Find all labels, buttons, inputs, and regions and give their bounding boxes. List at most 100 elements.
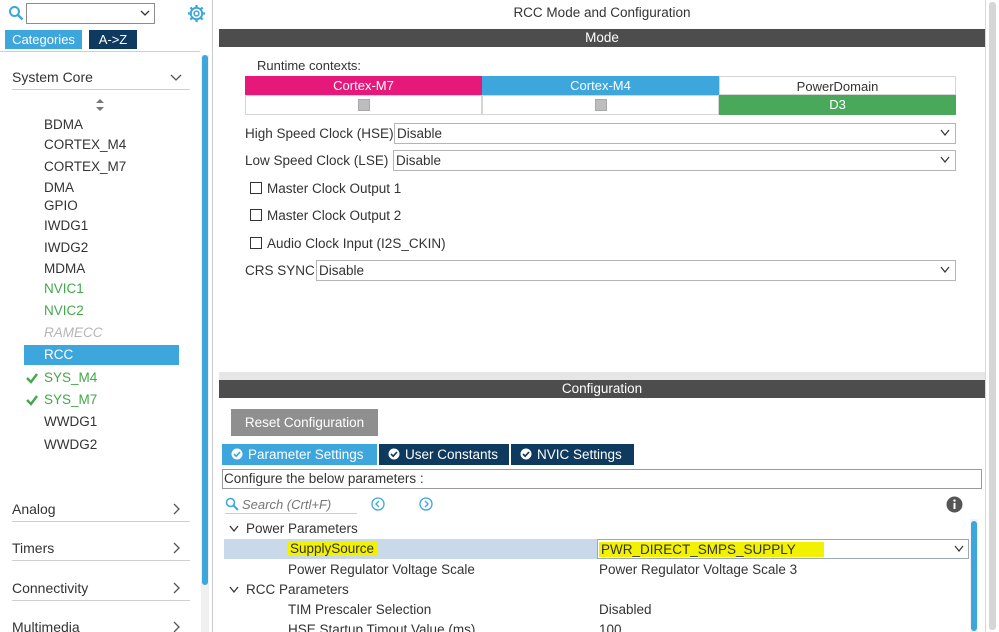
parameter-scrollbar-thumb[interactable] <box>971 521 977 631</box>
search-combo[interactable] <box>26 3 155 24</box>
chevron-down-icon <box>229 525 239 533</box>
category-label: Connectivity <box>12 580 89 596</box>
peripheral-dma[interactable]: DMA <box>44 178 74 198</box>
left-scrollbar-thumb[interactable] <box>202 55 208 585</box>
checkbox-checked-icon <box>594 99 607 111</box>
peripheral-sys-m7[interactable]: SYS_M7 <box>44 390 97 410</box>
crs-sync-value: Disable <box>319 263 365 278</box>
peripheral-cortex-m7[interactable]: CORTEX_M7 <box>44 157 126 177</box>
check-circle-icon <box>231 448 243 460</box>
audio-clock-input-checkbox[interactable]: Audio Clock Input (I2S_CKIN) <box>250 235 446 253</box>
context-cortex-m4: Cortex-M4 <box>482 76 719 95</box>
window-scrollbar-thumb[interactable] <box>989 2 996 630</box>
param-value: Disabled <box>599 602 652 617</box>
parameters-header: Configure the below parameters : <box>222 469 982 489</box>
chevron-right-icon <box>173 582 180 594</box>
peripheral-rcc[interactable]: RCC <box>24 345 179 365</box>
chevron-right-icon <box>173 621 180 632</box>
checkbox-label: Master Clock Output 2 <box>267 208 402 223</box>
param-name: Power Regulator Voltage Scale <box>288 562 475 577</box>
parameter-search-input[interactable] <box>242 495 357 514</box>
tab-label: NVIC Settings <box>537 447 622 462</box>
category-system-core[interactable]: System Core <box>12 64 190 90</box>
right-panel: RCC Mode and Configuration Mode Runtime … <box>219 0 985 632</box>
context-cortex-m4-checkbox[interactable] <box>482 95 719 115</box>
configuration-bar: Configuration <box>219 380 985 398</box>
chevron-down-icon <box>940 266 950 273</box>
context-power-domain: PowerDomain <box>719 76 956 95</box>
lse-select[interactable]: Disable <box>393 150 956 171</box>
tab-parameter-settings[interactable]: Parameter Settings <box>222 444 377 465</box>
peripheral-wwdg1[interactable]: WWDG1 <box>44 412 97 432</box>
chevron-right-icon <box>173 542 180 554</box>
check-icon <box>26 395 38 406</box>
param-name: TIM Prescaler Selection <box>288 602 432 617</box>
hse-value: Disable <box>397 126 443 141</box>
lse-value: Disable <box>396 153 442 168</box>
tab-nvic-settings[interactable]: NVIC Settings <box>511 444 634 465</box>
param-row-tim-prescaler[interactable]: TIM Prescaler Selection Disabled <box>219 600 969 620</box>
param-row-voltage-scale[interactable]: Power Regulator Voltage Scale Power Regu… <box>219 560 969 580</box>
param-name-highlight: SupplySource <box>288 541 379 556</box>
peripheral-bdma[interactable]: BDMA <box>44 115 83 135</box>
tab-user-constants[interactable]: User Constants <box>379 444 509 465</box>
param-row-supply-source[interactable]: SupplySource PWR_DIRECT_SMPS_SUPPLY <box>224 539 969 559</box>
checkbox-icon <box>250 182 262 194</box>
peripheral-sys-m4[interactable]: SYS_M4 <box>44 368 97 388</box>
chevron-down-icon <box>940 129 950 136</box>
left-scrollbar[interactable] <box>201 55 209 632</box>
mode-bar: Mode <box>219 29 985 47</box>
master-clock-output-2-checkbox[interactable]: Master Clock Output 2 <box>250 207 401 225</box>
category-analog[interactable]: Analog <box>12 496 190 522</box>
sort-icon[interactable] <box>95 99 105 111</box>
power-domain-value[interactable]: D3 <box>719 95 956 115</box>
category-label: Analog <box>12 501 56 517</box>
tab-categories[interactable]: Categories <box>5 30 82 49</box>
next-result-icon[interactable] <box>419 497 433 511</box>
checkbox-checked-icon <box>357 99 370 111</box>
param-value: 100 <box>599 622 622 632</box>
chevron-down-icon <box>229 586 239 594</box>
parameter-scrollbar[interactable] <box>970 519 978 632</box>
supply-source-value: PWR_DIRECT_SMPS_SUPPLY <box>599 542 824 557</box>
info-icon[interactable] <box>946 496 963 513</box>
left-panel: Categories A->Z System Core BDMA CORTEX_… <box>0 0 213 632</box>
peripheral-cortex-m4[interactable]: CORTEX_M4 <box>44 135 126 155</box>
chevron-down-icon <box>140 10 150 16</box>
category-timers[interactable]: Timers <box>12 535 190 561</box>
group-rcc-parameters[interactable]: RCC Parameters <box>219 580 969 600</box>
hse-select[interactable]: Disable <box>394 123 956 144</box>
param-row-hse-startup-timeout[interactable]: HSE Startup Timout Value (ms) 100 <box>219 620 969 632</box>
tab-label: User Constants <box>405 447 499 462</box>
peripheral-wwdg2[interactable]: WWDG2 <box>44 435 97 455</box>
previous-result-icon[interactable] <box>371 497 385 511</box>
supply-source-select[interactable]: PWR_DIRECT_SMPS_SUPPLY <box>597 539 969 559</box>
peripheral-ramecc[interactable]: RAMECC <box>44 323 103 343</box>
peripheral-nvic1[interactable]: NVIC1 <box>44 279 84 299</box>
peripheral-gpio[interactable]: GPIO <box>44 196 78 216</box>
group-power-parameters[interactable]: Power Parameters <box>219 519 969 539</box>
reset-configuration-button[interactable]: Reset Configuration <box>231 409 378 436</box>
category-multimedia[interactable]: Multimedia <box>12 614 190 632</box>
search-icon[interactable] <box>8 5 24 21</box>
context-cortex-m7-checkbox[interactable] <box>245 95 482 115</box>
peripheral-mdma[interactable]: MDMA <box>44 259 85 279</box>
peripheral-iwdg2[interactable]: IWDG2 <box>44 238 88 258</box>
checkbox-icon <box>250 209 262 221</box>
category-label: Timers <box>12 540 55 556</box>
chevron-down-icon <box>940 156 950 163</box>
chevron-down-icon <box>170 74 182 81</box>
crs-sync-select[interactable]: Disable <box>316 260 956 281</box>
peripheral-nvic2[interactable]: NVIC2 <box>44 301 84 321</box>
left-search-row <box>6 3 211 25</box>
category-label: System Core <box>12 69 93 85</box>
master-clock-output-1-checkbox[interactable]: Master Clock Output 1 <box>250 180 401 198</box>
category-connectivity[interactable]: Connectivity <box>12 575 190 601</box>
peripheral-iwdg1[interactable]: IWDG1 <box>44 216 88 236</box>
hse-label: High Speed Clock (HSE) <box>245 126 394 141</box>
group-label: RCC Parameters <box>246 582 349 597</box>
gear-icon[interactable] <box>187 4 206 23</box>
window-scrollbar[interactable] <box>985 0 999 632</box>
search-icon <box>225 497 239 511</box>
tab-a-to-z[interactable]: A->Z <box>89 30 137 49</box>
